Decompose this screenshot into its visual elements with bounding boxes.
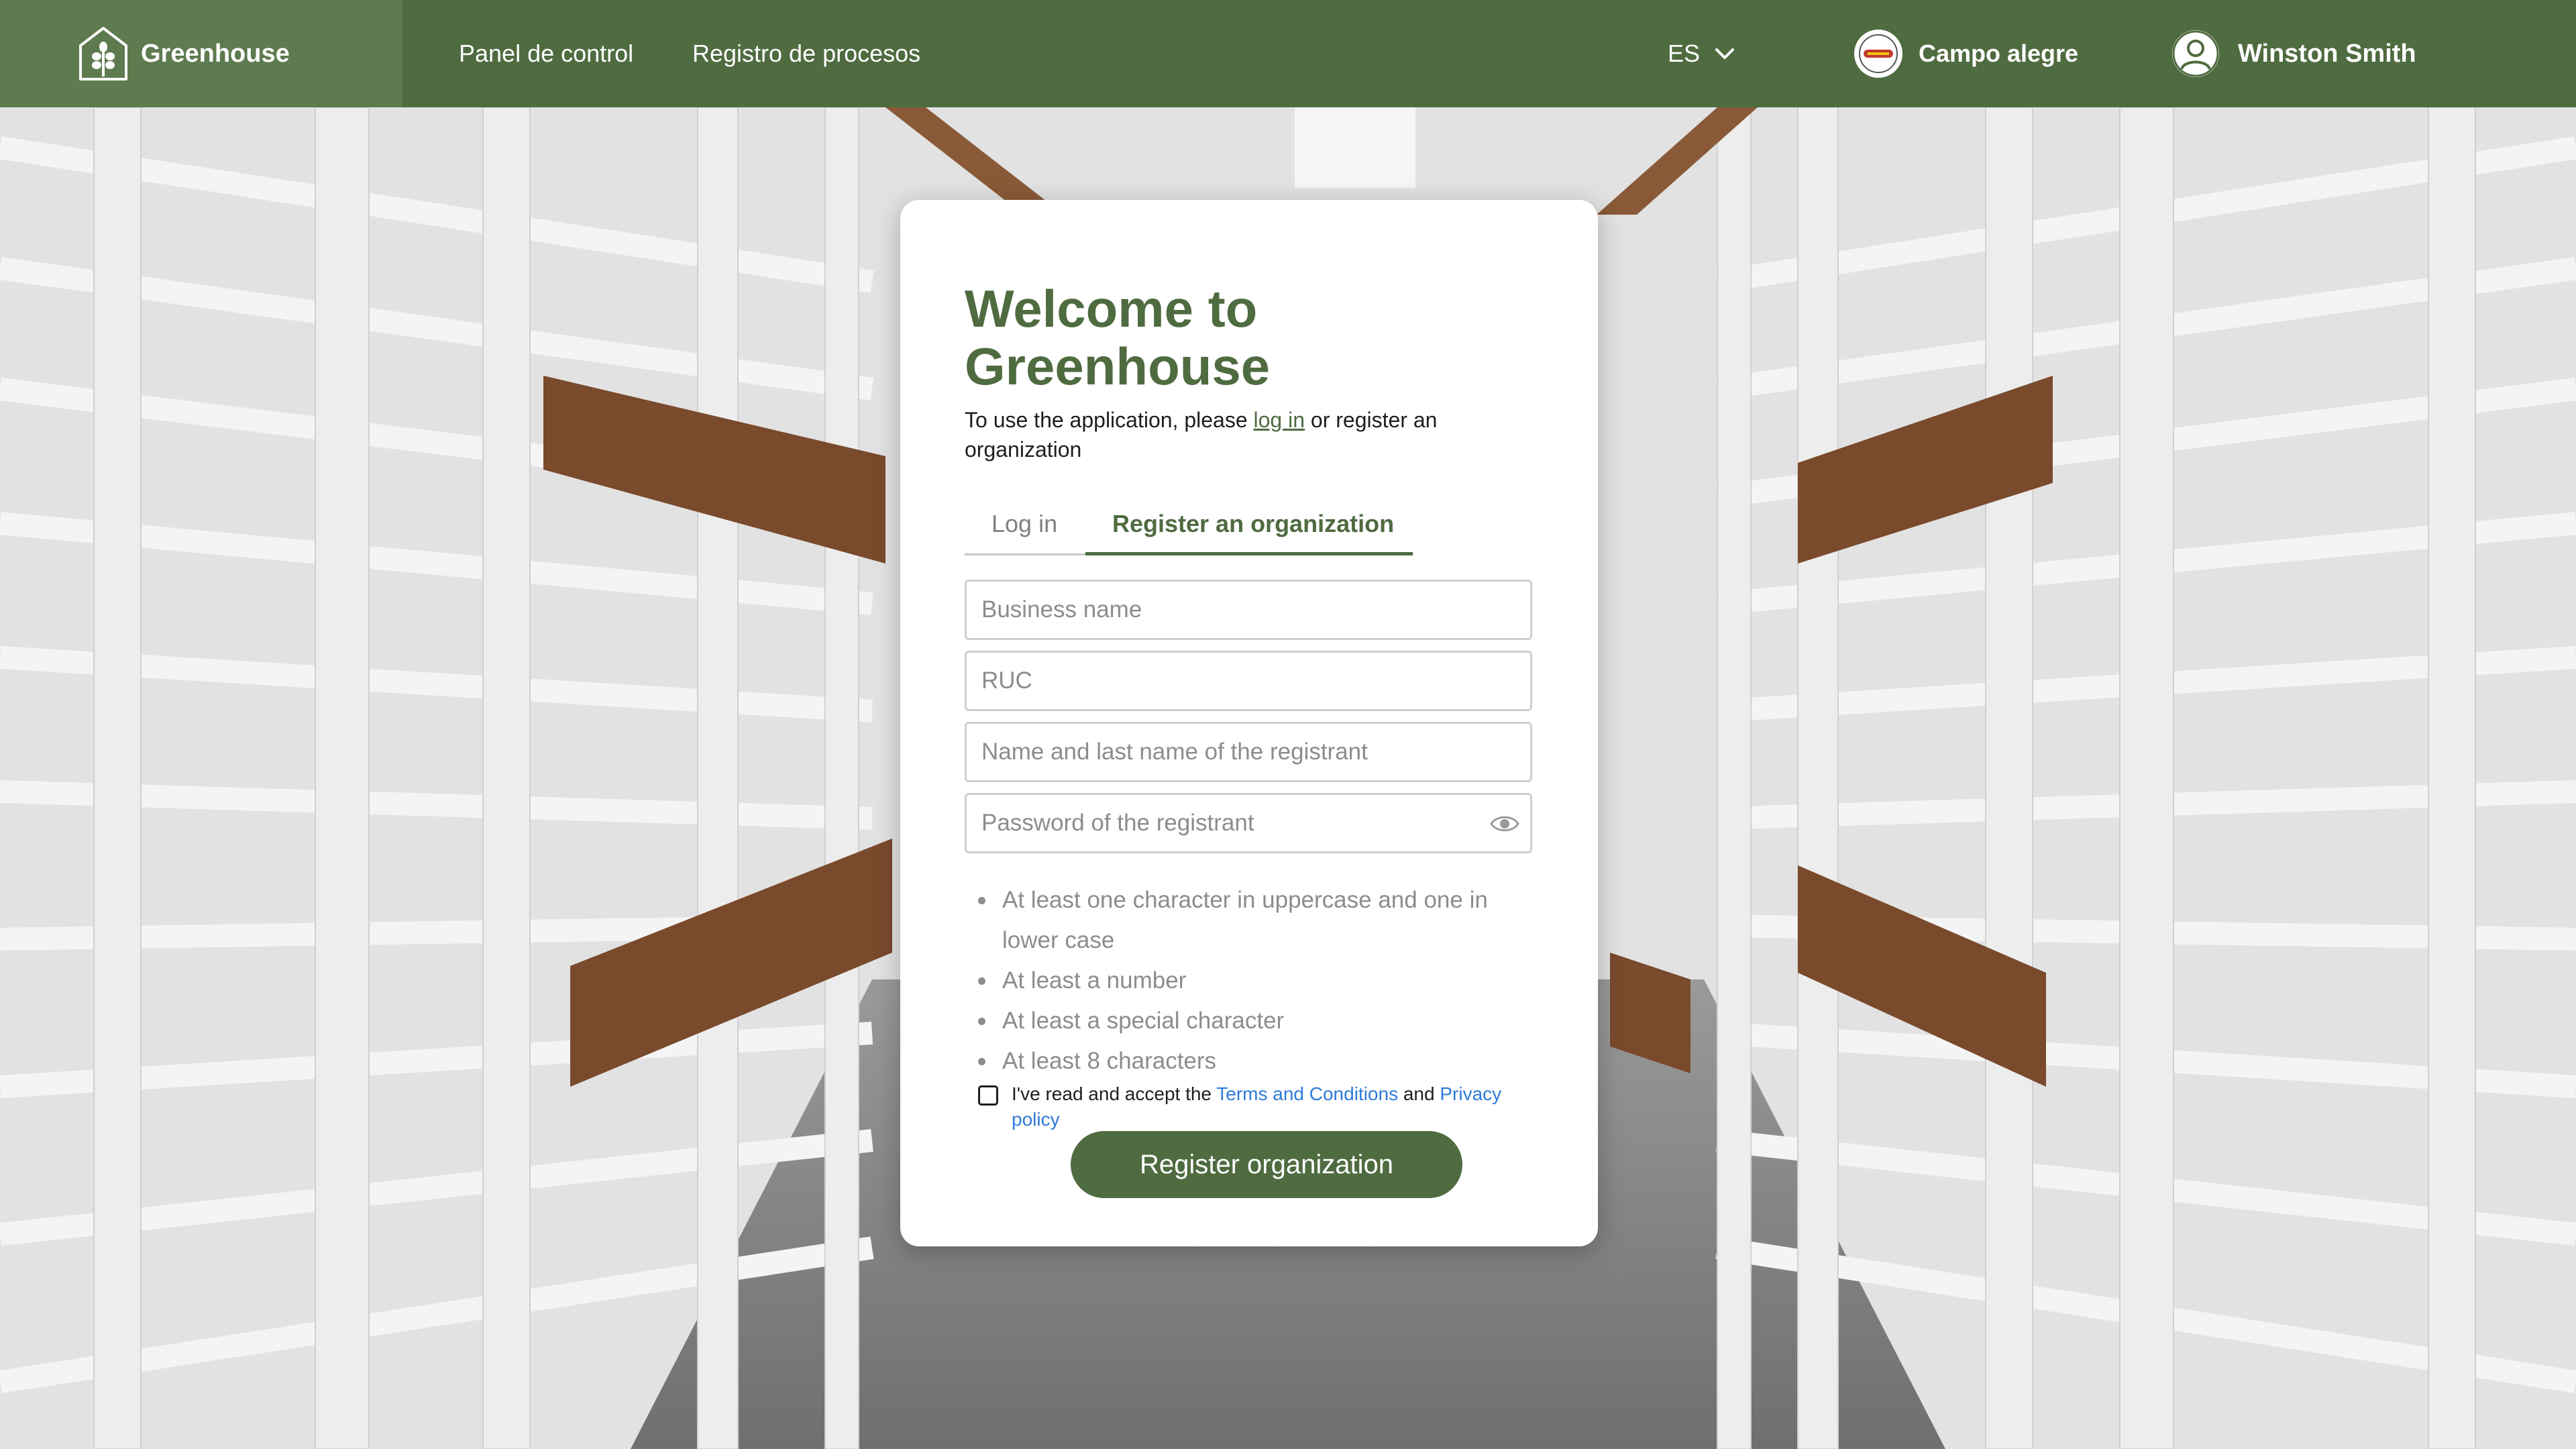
password-rule-number: At least a number (978, 961, 1512, 1001)
business-name-field-wrapper (965, 579, 1532, 640)
chevron-down-icon (1715, 48, 1735, 59)
user-name: Winston Smith (2238, 39, 2416, 68)
terms-checkbox[interactable] (978, 1085, 998, 1106)
registrant-name-field-wrapper (965, 721, 1532, 782)
eye-icon[interactable] (1490, 812, 1519, 835)
page-title: Welcome to Greenhouse (965, 279, 1271, 396)
password-input[interactable] (981, 809, 1491, 837)
subtitle-text-before: To use the application, please (965, 407, 1254, 432)
password-rule-length: At least 8 characters (978, 1041, 1512, 1081)
active-tab-indicator (1085, 551, 1413, 555)
auth-tabs: Log in Register an organization (965, 494, 1413, 555)
register-organization-button[interactable]: Register organization (1071, 1131, 1462, 1198)
password-field-wrapper (965, 792, 1532, 853)
tab-log-in[interactable]: Log in (991, 494, 1057, 554)
brand-home-link[interactable]: Greenhouse (0, 0, 402, 107)
language-label: ES (1668, 40, 1701, 67)
organization-name: Campo alegre (1919, 40, 2079, 67)
page-subtitle: To use the application, please log in or… (965, 405, 1474, 464)
brand-name: Greenhouse (141, 39, 290, 68)
user-menu[interactable]: Winston Smith (2172, 0, 2416, 107)
terms-text-before: I've read and accept the (1012, 1083, 1217, 1104)
register-card: Welcome to Greenhouse To use the applica… (900, 200, 1598, 1246)
password-rule-special: At least a special character (978, 1001, 1512, 1041)
business-name-input[interactable] (981, 596, 1491, 623)
terms-text-middle: and (1398, 1083, 1440, 1104)
organization-logo-icon (1854, 30, 1902, 78)
registrant-name-input[interactable] (981, 738, 1491, 765)
register-card-content: Welcome to Greenhouse To use the applica… (965, 280, 1532, 1132)
language-selector[interactable]: ES (1668, 0, 1735, 107)
terms-and-conditions-link[interactable]: Terms and Conditions (1216, 1083, 1398, 1104)
terms-acceptance: I've read and accept the Terms and Condi… (965, 1081, 1532, 1132)
user-avatar-icon (2172, 30, 2219, 77)
organization-selector[interactable]: Campo alegre (1854, 0, 2078, 107)
ruc-field-wrapper (965, 650, 1532, 711)
nav-link-registro-de-procesos[interactable]: Registro de procesos (692, 0, 920, 107)
password-rule-case: At least one character in uppercase and … (978, 880, 1512, 961)
nav-link-panel-de-control[interactable]: Panel de control (459, 0, 633, 107)
login-link[interactable]: log in (1254, 408, 1305, 432)
ruc-input[interactable] (981, 667, 1491, 694)
tab-register-organization[interactable]: Register an organization (1112, 494, 1394, 554)
register-form (965, 579, 1532, 853)
password-rules-list: At least one character in uppercase and … (965, 880, 1532, 1081)
top-navigation-bar: Greenhouse Panel de control Registro de … (0, 0, 2576, 107)
greenhouse-logo-icon (79, 27, 127, 80)
